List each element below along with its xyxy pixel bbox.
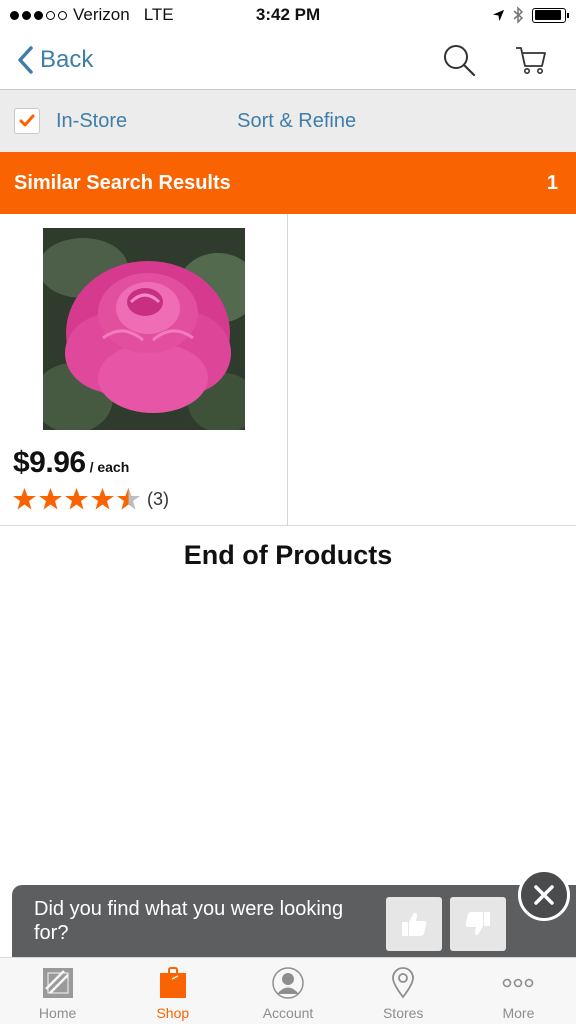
product-grid: $9.96 / each (3) [0, 214, 576, 526]
tab-home[interactable]: Home [0, 958, 115, 1024]
tab-label: More [502, 1005, 535, 1021]
filter-bar: In-Store Sort & Refine [0, 90, 576, 152]
feedback-prompt: Did you find what you were looking for? [12, 885, 576, 957]
star-full-icon [39, 488, 62, 510]
product-image-rose[interactable] [43, 228, 245, 430]
thumbs-down-button[interactable] [450, 897, 506, 951]
star-half-icon [117, 488, 140, 510]
more-icon [503, 978, 534, 988]
tab-bar: Home Shop Account Stores More [0, 957, 576, 1024]
nav-bar: Back [0, 30, 576, 90]
status-right [492, 6, 569, 24]
carrier-name: Verizon [73, 5, 130, 24]
status-bar: Verizon LTE 3:42 PM [0, 0, 576, 30]
signal-strength-icon [10, 10, 67, 20]
tab-more[interactable]: More [461, 958, 576, 1024]
tab-account[interactable]: Account [230, 958, 345, 1024]
cart-icon[interactable] [514, 44, 548, 76]
end-of-products-label: End of Products [183, 540, 393, 570]
back-label: Back [40, 45, 94, 73]
star-full-icon [65, 488, 88, 510]
results-count: 1 [546, 171, 558, 194]
feedback-question: Did you find what you were looking for? [34, 898, 344, 944]
checkmark-icon [19, 114, 35, 127]
thumbs-up-button[interactable] [386, 897, 442, 951]
search-icon[interactable] [442, 43, 476, 77]
star-rating [12, 487, 141, 511]
network-type: LTE [143, 5, 174, 24]
nav-icons [442, 43, 560, 77]
star-full-icon [91, 488, 114, 510]
bluetooth-icon [513, 6, 524, 24]
back-button[interactable]: Back [16, 45, 93, 75]
review-count[interactable]: (3) [147, 489, 169, 510]
rating-row: (3) [12, 487, 169, 511]
location-pin-icon [392, 967, 415, 999]
product-card[interactable]: $9.96 / each (3) [0, 214, 288, 525]
close-feedback-button[interactable] [518, 869, 570, 921]
star-full-icon [13, 488, 36, 510]
status-left: Verizon LTE [10, 5, 174, 25]
tab-stores[interactable]: Stores [346, 958, 461, 1024]
thumbs-up-icon [402, 912, 427, 936]
results-title: Similar Search Results [14, 171, 231, 194]
battery-icon [532, 7, 569, 23]
thumbs-down-icon [465, 912, 490, 936]
chevron-left-icon [18, 45, 33, 74]
home-depot-logo-icon [42, 968, 73, 998]
close-icon [534, 885, 554, 905]
price-unit: / each [89, 459, 130, 475]
in-store-checkbox[interactable] [14, 108, 40, 134]
results-header: Similar Search Results 1 [0, 152, 576, 214]
location-arrow-icon [492, 9, 505, 21]
tab-label: Account [262, 1005, 314, 1021]
price-row: $9.96 / each [13, 446, 129, 480]
sort-refine-button[interactable]: Sort & Refine [237, 110, 356, 133]
tab-shop[interactable]: Shop [115, 958, 230, 1024]
tab-label: Shop [156, 1005, 190, 1021]
tab-label: Stores [382, 1005, 424, 1021]
empty-grid-cell [288, 214, 576, 525]
shop-bag-icon [159, 967, 186, 998]
account-icon [272, 967, 304, 999]
in-store-label[interactable]: In-Store [56, 110, 127, 133]
tab-label: Home [38, 1005, 77, 1021]
product-price: $9.96 [13, 446, 86, 479]
